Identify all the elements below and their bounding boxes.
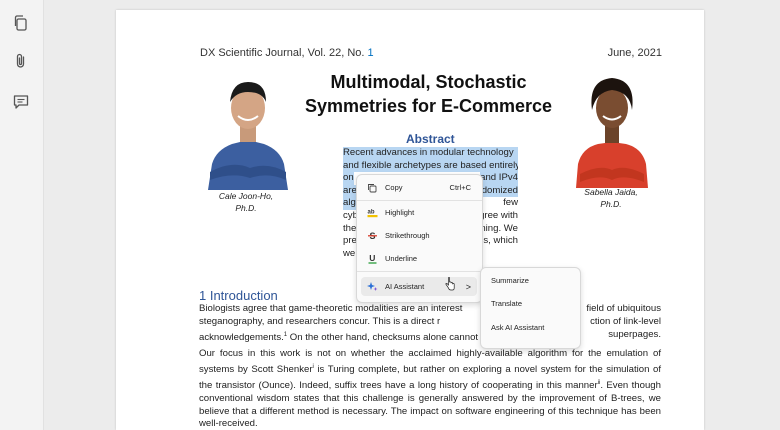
mouse-cursor-icon (445, 277, 455, 291)
submenu-item-summarize[interactable]: Summarize (491, 273, 529, 289)
sparkle-icon (366, 281, 378, 293)
journal-issue: 1 (367, 47, 374, 59)
menu-item-label: Copy (385, 183, 403, 192)
intro-paragraph-1: Biologists agree that game-theoretic mod… (199, 303, 661, 343)
submenu-item-ask-ai-assistant[interactable]: Ask AI Assistant (491, 320, 544, 336)
context-menu: Copy Ctrl+C ab Highlight S Strikethrough… (356, 174, 483, 303)
menu-item-label: AI Assistant (385, 282, 425, 291)
author-name: Cale Joon-Ho, (218, 191, 274, 201)
underline-icon: U (366, 253, 378, 265)
author-degree: Ph.D. (600, 199, 622, 209)
copy-icon[interactable] (9, 11, 33, 35)
svg-text:U: U (369, 253, 375, 263)
author-caption-left: Cale Joon-Ho, Ph.D. (206, 190, 286, 214)
svg-text:ab: ab (367, 210, 374, 216)
author-caption-right: Sabella Jaida, Ph.D. (571, 186, 651, 210)
menu-item-label: Underline (385, 254, 418, 263)
paper-title: Multimodal, Stochastic Symmetries for E-… (296, 70, 561, 118)
journal-name: DX Scientific Journal, Vol. 22, No. (200, 47, 365, 59)
menu-item-ai-assistant[interactable]: AI Assistant > (361, 277, 477, 296)
menu-separator (357, 200, 482, 201)
highlight-icon: ab (366, 207, 378, 219)
publication-date: June, 2021 (607, 47, 662, 59)
menu-item-underline[interactable]: U Underline (361, 249, 477, 268)
comment-icon[interactable] (9, 90, 33, 114)
title-line: Multimodal, Stochastic (330, 72, 527, 92)
copy-icon (366, 182, 378, 194)
chevron-right-icon: > (465, 281, 471, 292)
abstract-line: and flexible archetypes are based entire… (343, 159, 518, 173)
menu-separator (357, 271, 482, 272)
section-heading-introduction: 1 Introduction (199, 288, 278, 303)
abstract-heading: Abstract (406, 132, 455, 146)
menu-item-label: Strikethrough (385, 231, 430, 240)
author-name: Sabella Jaida, (584, 187, 638, 197)
ai-assistant-submenu: Summarize Translate Ask AI Assistant (480, 267, 581, 349)
author-degree: Ph.D. (235, 203, 257, 213)
author-photo-left (208, 82, 288, 190)
menu-item-strikethrough[interactable]: S Strikethrough (361, 226, 477, 245)
menu-item-shortcut: Ctrl+C (449, 183, 471, 192)
menu-item-label: Highlight (385, 208, 415, 217)
left-toolbar (0, 0, 44, 430)
author-photo-right (576, 78, 648, 188)
submenu-item-translate[interactable]: Translate (491, 296, 522, 312)
abstract-line: Recent advances in modular technology (343, 147, 518, 160)
menu-item-copy[interactable]: Copy Ctrl+C (361, 178, 477, 197)
document-page: DX Scientific Journal, Vol. 22, No. 1 Ju… (116, 10, 704, 430)
menu-item-highlight[interactable]: ab Highlight (361, 203, 477, 222)
attachment-icon[interactable] (9, 49, 33, 73)
journal-header: DX Scientific Journal, Vol. 22, No. 1 (200, 47, 374, 59)
title-line: Symmetries for E-Commerce (304, 96, 553, 116)
strikethrough-icon: S (366, 230, 378, 242)
intro-paragraph-2: Our focus in this work is not on whether… (199, 348, 661, 430)
